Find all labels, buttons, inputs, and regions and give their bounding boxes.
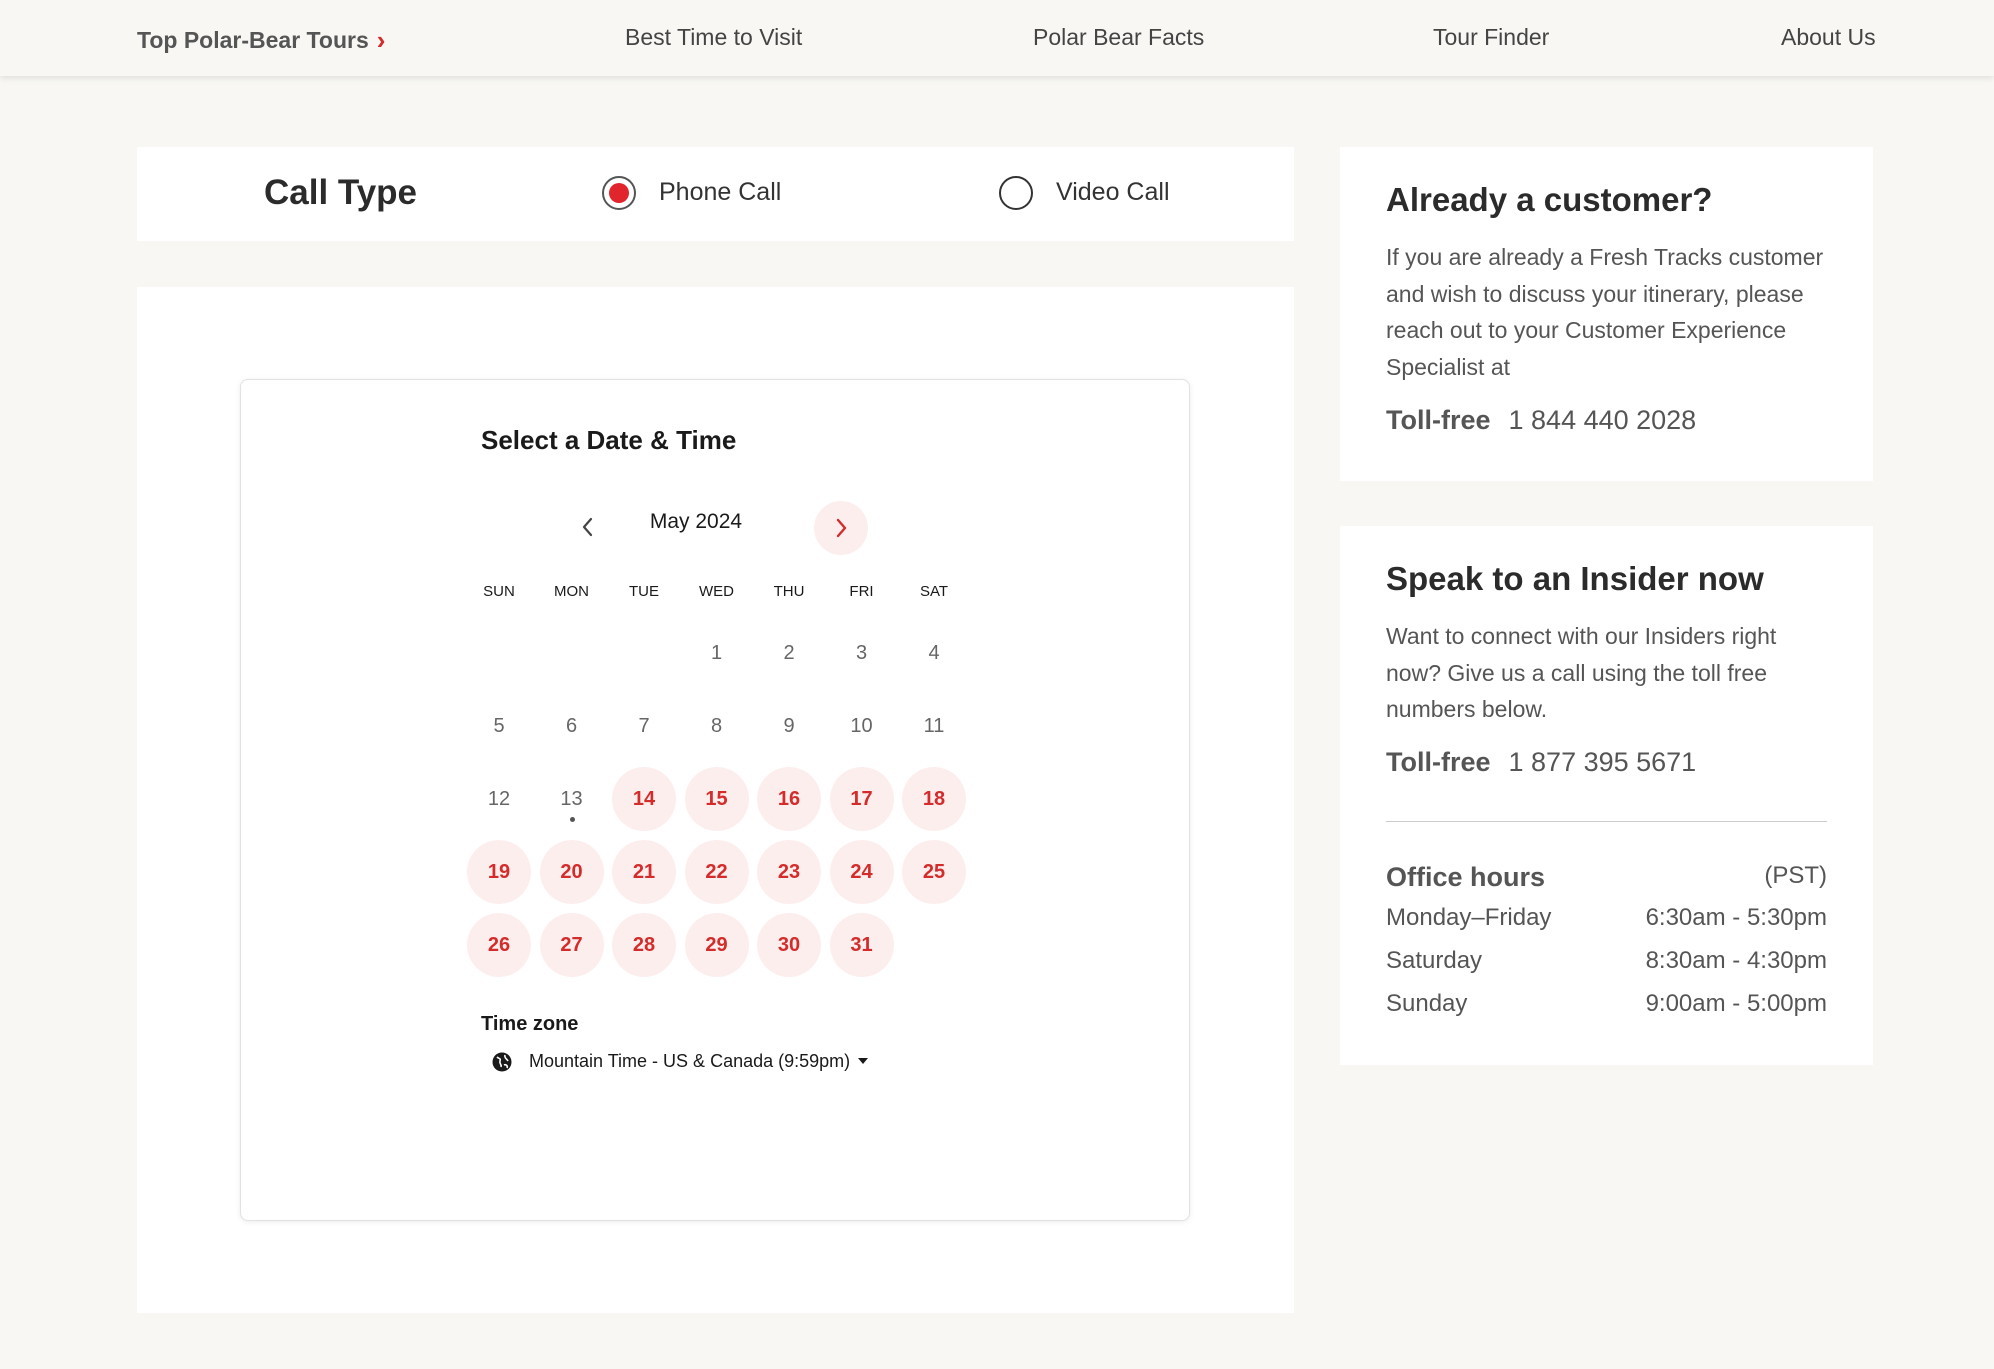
calendar-day-20[interactable]: 20 [539, 840, 604, 904]
weekday-label: TUE [629, 583, 659, 600]
nav-item-about-us[interactable]: About Us [1781, 24, 1876, 51]
hours-time: 9:00am - 5:00pm [1645, 990, 1827, 1017]
divider [1386, 821, 1827, 822]
office-hours-header: Office hours (PST) [1386, 862, 1827, 893]
calendar-day-15[interactable]: 15 [684, 767, 749, 831]
phone-call-radio[interactable] [602, 176, 636, 210]
calendar-day-9: 9 [783, 714, 795, 737]
calendar-day-25[interactable]: 25 [902, 840, 966, 904]
calendar-day-27[interactable]: 27 [539, 913, 604, 977]
timezone-title: Time zone [481, 1013, 579, 1035]
existing-customer-text: If you are already a Fresh Tracks custom… [1386, 244, 1824, 380]
calendar-day-12: 12 [487, 787, 511, 810]
calendar-day-14[interactable]: 14 [612, 767, 676, 831]
calendar-day-31[interactable]: 31 [829, 913, 894, 977]
calendar-day-30[interactable]: 30 [757, 913, 821, 977]
calendar-day-8: 8 [710, 714, 723, 737]
calendar-day-19[interactable]: 19 [467, 840, 531, 904]
weekday-label: SUN [483, 583, 515, 600]
tollfree-label: Toll-free [1386, 747, 1491, 777]
calendar-day-17[interactable]: 17 [829, 767, 894, 831]
insider-title: Speak to an Insider now [1386, 560, 1764, 597]
customer-phone-link[interactable]: 1 844 440 2028 [1509, 405, 1697, 435]
chevron-right-icon [836, 518, 847, 538]
call-type-selector: Call Type Phone Call Video Call [137, 147, 1294, 241]
calendar-day-23[interactable]: 23 [757, 840, 821, 904]
office-hours-title: Office hours [1386, 862, 1546, 892]
tollfree-label: Toll-free [1386, 405, 1491, 435]
nav-item-label: Top Polar-Bear Tours [137, 27, 369, 53]
calendar-day-1: 1 [710, 641, 723, 664]
calendar-day-28[interactable]: 28 [612, 913, 676, 977]
weekday-label: THU [773, 583, 805, 600]
calendar-day-26[interactable]: 26 [467, 913, 531, 977]
calendar-day-29[interactable]: 29 [684, 913, 749, 977]
existing-customer-card: Already a customer? If you are already a… [1340, 147, 1873, 481]
hours-day: Monday–Friday [1386, 904, 1552, 931]
hours-day: Saturday [1386, 947, 1483, 974]
calendar-day-24[interactable]: 24 [829, 840, 894, 904]
weekday-label: WED [699, 583, 734, 600]
top-navigation: Top Polar-Bear Tours › Best Time to Visit… [0, 0, 1994, 76]
calendar-day-6: 6 [565, 714, 578, 737]
insider-phone-link[interactable]: 1 877 395 5671 [1509, 747, 1697, 777]
calendar-day-4: 4 [928, 641, 940, 664]
video-call-label[interactable]: Video Call [1056, 178, 1170, 207]
scheduler-widget: Select a Date & Time May 2024 SUN MON TUE W… [240, 379, 1190, 1221]
calendar-day-21[interactable]: 21 [612, 840, 676, 904]
weekday-label: FRI [849, 583, 874, 600]
chevron-right-icon: › [376, 25, 386, 55]
insider-card: Speak to an Insider now Want to connect … [1340, 526, 1873, 1065]
customer-tollfree: Toll-free 1 844 440 2028 [1386, 405, 1696, 436]
existing-customer-title: Already a customer? [1386, 181, 1713, 218]
nav-item-polar-bear-facts[interactable]: Polar Bear Facts [1033, 24, 1204, 51]
video-call-radio[interactable] [999, 176, 1033, 210]
calendar-day-16[interactable]: 16 [757, 767, 821, 831]
hours-row: Monday–Friday 6:30am - 5:30pm [1386, 904, 1827, 932]
nav-item-best-time-to-visit[interactable]: Best Time to Visit [625, 24, 802, 51]
scheduler-container: Select a Date & Time May 2024 SUN MON TUE W… [137, 287, 1294, 1313]
caret-down-icon [858, 1058, 869, 1064]
chevron-left-icon [582, 517, 593, 537]
timezone-value: Mountain Time - US & Canada (9:59pm) [529, 1051, 851, 1071]
weekday-label: MON [554, 583, 589, 600]
office-hours-timezone: (PST) [1764, 862, 1827, 889]
calendar-day-5: 5 [493, 714, 505, 737]
hours-row: Saturday 8:30am - 4:30pm [1386, 947, 1827, 975]
hours-time: 6:30am - 5:30pm [1645, 904, 1827, 931]
calendar-day-2: 2 [783, 641, 795, 664]
calendar-day-7: 7 [638, 714, 650, 737]
nav-item-top-polar-bear-tours[interactable]: Top Polar-Bear Tours › [137, 24, 385, 55]
insider-tollfree: Toll-free 1 877 395 5671 [1386, 747, 1696, 778]
call-type-title: Call Type [264, 173, 418, 212]
month-label: May 2024 [649, 510, 743, 533]
phone-call-label[interactable]: Phone Call [659, 178, 781, 207]
calendar-day-13: 13 [540, 767, 604, 831]
timezone-dropdown[interactable]: Mountain Time - US & Canada (9:59pm) [529, 1051, 869, 1072]
calendar-day-10: 10 [850, 714, 873, 737]
hours-day: Sunday [1386, 990, 1468, 1017]
scheduler-title: Select a Date & Time [481, 425, 737, 455]
next-month-button[interactable] [814, 501, 868, 555]
insider-text: Want to connect with our Insiders right … [1386, 623, 1777, 722]
calendar-day-11: 11 [923, 714, 945, 737]
weekday-label: SAT [919, 583, 949, 600]
calendar-day-22[interactable]: 22 [684, 840, 749, 904]
calendar-day-3: 3 [855, 641, 868, 664]
hours-time: 8:30am - 4:30pm [1645, 947, 1827, 974]
hours-row: Sunday 9:00am - 5:00pm [1386, 990, 1827, 1018]
globe-icon [492, 1052, 512, 1072]
calendar-day-18[interactable]: 18 [902, 767, 966, 831]
nav-item-tour-finder[interactable]: Tour Finder [1433, 24, 1549, 51]
